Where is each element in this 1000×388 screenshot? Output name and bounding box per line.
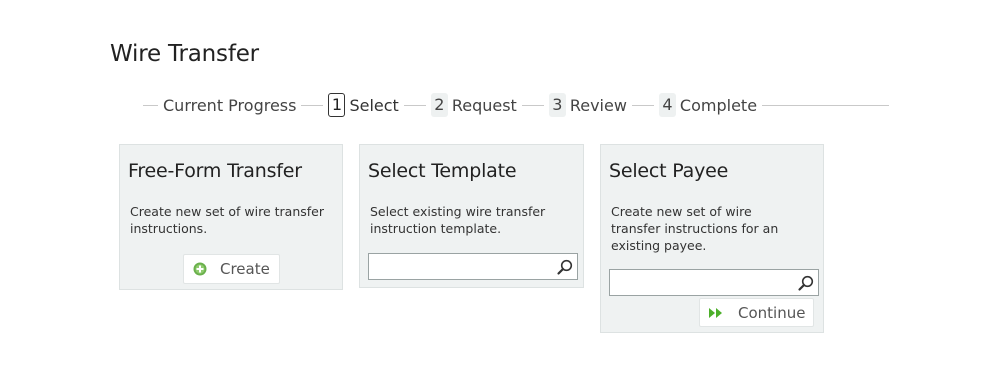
- search-icon[interactable]: [797, 274, 815, 292]
- payee-search-input[interactable]: [610, 270, 794, 295]
- step-label: Complete: [679, 95, 758, 115]
- step-number: 3: [548, 93, 566, 117]
- panel-description: Create new set of wire transfer instruct…: [130, 204, 325, 236]
- progress-divider: [762, 104, 889, 106]
- search-icon[interactable]: [556, 258, 574, 276]
- step-review[interactable]: 3 Review: [548, 93, 627, 117]
- step-number: 2: [430, 93, 448, 117]
- step-label: Request: [451, 95, 517, 115]
- create-button[interactable]: Create: [183, 254, 280, 284]
- template-search-field[interactable]: [368, 253, 578, 280]
- double-chevron-right-icon: [709, 307, 722, 318]
- step-label: Select: [349, 95, 399, 115]
- step-number: 1: [328, 93, 346, 117]
- progress-tracker: Current Progress 1 Select 2 Request 3 Re…: [143, 92, 889, 118]
- progress-divider: [631, 104, 654, 106]
- progress-divider: [301, 104, 324, 106]
- plus-circle-icon: [193, 262, 207, 276]
- create-button-label: Create: [220, 260, 270, 278]
- step-select[interactable]: 1 Select: [328, 93, 399, 117]
- progress-divider: [143, 104, 158, 106]
- panel-title: Free-Form Transfer: [128, 160, 302, 182]
- template-search-input[interactable]: [369, 254, 553, 279]
- select-payee-panel: Select Payee Create new set of wire tran…: [600, 144, 824, 333]
- payee-search-field[interactable]: [609, 269, 819, 296]
- panel-title: Select Template: [368, 160, 517, 182]
- progress-label: Current Progress: [163, 95, 297, 115]
- step-number: 4: [658, 93, 676, 117]
- step-request[interactable]: 2 Request: [430, 93, 517, 117]
- panel-description: Select existing wire transfer instructio…: [370, 204, 546, 236]
- panel-title: Select Payee: [609, 160, 729, 182]
- progress-divider: [521, 104, 544, 106]
- continue-button[interactable]: Continue: [699, 298, 814, 327]
- free-form-transfer-panel: Free-Form Transfer Create new set of wir…: [119, 144, 343, 290]
- step-label: Review: [569, 95, 627, 115]
- wire-transfer-page: Wire Transfer Current Progress 1 Select …: [0, 0, 1000, 388]
- select-template-panel: Select Template Select existing wire tra…: [359, 144, 584, 288]
- continue-button-label: Continue: [738, 303, 806, 322]
- page-title: Wire Transfer: [110, 41, 259, 67]
- progress-divider: [403, 104, 426, 106]
- step-complete[interactable]: 4 Complete: [658, 93, 758, 117]
- panel-description: Create new set of wire transfer instruct…: [611, 204, 779, 253]
